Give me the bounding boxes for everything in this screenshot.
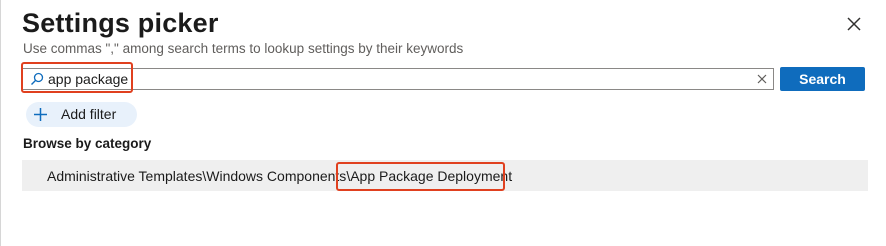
category-path: Administrative Templates\Windows Compone… (47, 168, 512, 184)
search-icon (31, 72, 44, 85)
add-filter-label: Add filter (61, 106, 117, 122)
close-icon[interactable] (843, 13, 865, 35)
search-box (22, 68, 774, 90)
page-title: Settings picker (22, 8, 219, 38)
page-subtitle: Use commas "," among search terms to loo… (23, 41, 464, 56)
panel-left-border (0, 0, 1, 246)
clear-icon[interactable] (756, 73, 768, 85)
search-input[interactable] (48, 70, 748, 88)
add-filter-button[interactable]: Add filter (26, 102, 137, 127)
category-path-leaf: \App Package Deployment (346, 168, 513, 184)
category-path-prefix: Administrative Templates\Windows Compone… (47, 168, 347, 184)
plus-icon (34, 108, 47, 121)
search-button[interactable]: Search (780, 67, 865, 91)
browse-heading: Browse by category (23, 136, 152, 151)
category-item[interactable]: Administrative Templates\Windows Compone… (22, 160, 868, 191)
